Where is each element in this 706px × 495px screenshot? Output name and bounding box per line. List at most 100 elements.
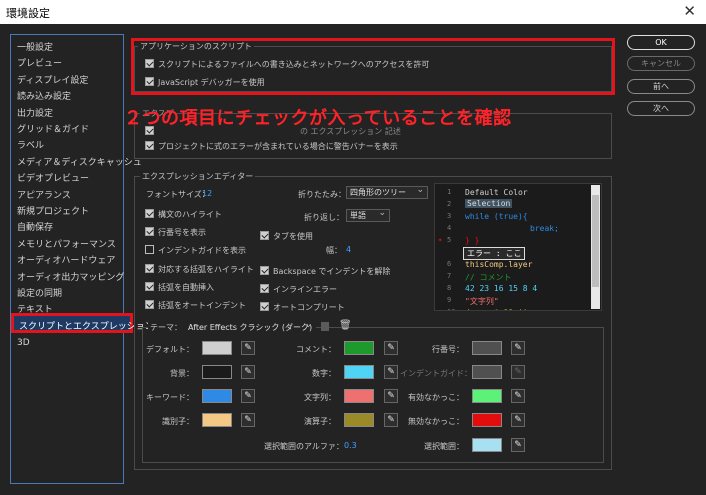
sidebar-item-3d[interactable]: 3D — [17, 338, 30, 348]
ok-button[interactable]: OK — [627, 35, 695, 50]
indent-guides-label: インデントガイドを表示 — [158, 246, 246, 255]
backspace-unindent-checkbox[interactable] — [260, 266, 269, 275]
eyedropper-icon[interactable]: ✎ — [511, 389, 525, 403]
line-numbers-checkbox[interactable] — [145, 227, 154, 236]
color-swatch[interactable] — [344, 365, 374, 379]
color-swatch[interactable] — [202, 413, 232, 427]
font-size-label: フォントサイズ： — [146, 190, 210, 199]
color-swatch[interactable] — [344, 413, 374, 427]
sidebar-item[interactable]: ディスプレイ設定 — [17, 73, 88, 86]
code-line-keyword: while (true){ — [465, 212, 528, 221]
line-number: 8 — [447, 284, 452, 292]
inline-errors-checkbox[interactable] — [260, 284, 269, 293]
sidebar-item[interactable]: プレビュー — [17, 56, 62, 69]
code-line-comment: // コメント — [465, 273, 512, 282]
trash-icon[interactable]: 🗑 — [339, 320, 352, 331]
color-label: 演算子： — [304, 417, 336, 426]
fold-label: 折りたたみ： — [298, 190, 346, 199]
eyedropper-icon[interactable]: ✎ — [384, 365, 398, 379]
eyedropper-icon[interactable]: ✎ — [511, 413, 525, 427]
sidebar-item-scripts-expressions[interactable]: スクリプトとエクスプレッション — [11, 313, 154, 333]
color-label: インデントガイド： — [400, 369, 472, 378]
eyedropper-icon[interactable]: ✎ — [384, 341, 398, 355]
code-preview: 1 2 3 4 5 ✶ 6 7 8 9 10 Default Color Sel… — [434, 183, 602, 311]
highlight-brackets-label: 対応する括弧をハイライト — [158, 265, 254, 274]
next-button[interactable]: 次へ — [627, 101, 695, 116]
scrollbar-thumb[interactable] — [592, 195, 599, 287]
sidebar-item[interactable]: グリッド＆ガイド — [17, 122, 89, 135]
save-theme-icon[interactable] — [321, 322, 329, 331]
font-size-value[interactable]: 12 — [202, 189, 212, 198]
fold-dropdown[interactable]: 四角形のツリー — [346, 185, 428, 199]
line-number: 7 — [447, 272, 452, 280]
sidebar-item[interactable]: 読み込み設定 — [17, 89, 71, 102]
color-swatch[interactable] — [472, 365, 502, 379]
sidebar-item[interactable]: テキスト — [17, 302, 53, 315]
eyedropper-icon[interactable]: ✎ — [511, 341, 525, 355]
sidebar-item[interactable]: ビデオプレビュー — [17, 171, 89, 184]
sidebar-item[interactable]: メディア＆ディスクキャッシュ — [17, 155, 142, 168]
sidebar-item[interactable]: 一般設定 — [17, 40, 53, 53]
color-label: 数字： — [312, 369, 336, 378]
selection-range-label: 選択範囲： — [424, 442, 464, 451]
auto-insert-brackets-checkbox[interactable] — [145, 282, 154, 291]
eyedropper-icon[interactable]: ✎ — [384, 413, 398, 427]
color-swatch[interactable] — [202, 365, 232, 379]
color-label: 無効なかっこ： — [408, 417, 464, 426]
color-label: 識別子： — [162, 417, 194, 426]
close-icon[interactable]: ✕ — [683, 2, 696, 20]
annotation-callout: ２つの項目にチェックが入っていることを確認 — [124, 108, 512, 129]
category-list[interactable]: スクリプトとエクスプレッション 3D 一般設定プレビューディスプレイ設定 読み込み… — [10, 34, 154, 484]
title-bar: 環境設定 ✕ — [0, 0, 706, 24]
wrap-dropdown[interactable]: 単語 — [346, 208, 390, 222]
color-label: コメント： — [296, 345, 336, 354]
sidebar-item[interactable]: 新規プロジェクト — [17, 204, 89, 217]
color-swatch[interactable] — [202, 341, 232, 355]
selection-range-swatch[interactable] — [472, 438, 502, 452]
sidebar-item[interactable]: アピアランス — [17, 188, 71, 201]
sidebar-item[interactable]: 設定の同期 — [17, 286, 62, 299]
code-line-operators: / + - * && || — [465, 308, 528, 310]
auto-indent-brackets-label: 括弧をオートインデント — [158, 301, 246, 310]
expression-editor-legend: エクスプレッションエディター — [140, 171, 256, 182]
tab-width-value[interactable]: 4 — [346, 245, 351, 254]
color-swatch[interactable] — [472, 341, 502, 355]
eyedropper-icon[interactable]: ✎ — [241, 365, 255, 379]
autocomplete-checkbox[interactable] — [260, 302, 269, 311]
use-tabs-label: タブを使用 — [273, 232, 313, 241]
sidebar-item[interactable]: オーディオハードウェア — [17, 253, 115, 266]
color-swatch[interactable] — [344, 341, 374, 355]
syntax-highlight-checkbox[interactable] — [145, 209, 154, 218]
cancel-button[interactable]: キャンセル — [627, 56, 695, 71]
highlight-brackets-checkbox[interactable] — [145, 264, 154, 273]
eyedropper-icon[interactable]: ✎ — [384, 389, 398, 403]
sidebar-item[interactable]: 自動保存 — [17, 220, 53, 233]
eyedropper-icon[interactable]: ✎ — [241, 413, 255, 427]
sidebar-item[interactable]: オーディオ出力マッピング — [17, 270, 124, 283]
selection-alpha-value[interactable]: 0.3 — [344, 441, 357, 450]
color-swatch[interactable] — [344, 389, 374, 403]
eyedropper-icon[interactable]: ✎ — [511, 365, 525, 379]
use-tabs-checkbox[interactable] — [260, 231, 269, 240]
eyedropper-icon[interactable]: ✎ — [241, 389, 255, 403]
color-label: 行番号： — [432, 345, 464, 354]
sidebar-item[interactable]: メモリとパフォーマンス — [17, 237, 116, 250]
line-numbers-label: 行番号を表示 — [158, 228, 206, 237]
line-number: 1 — [447, 188, 452, 196]
sidebar-item[interactable]: 出力設定 — [17, 106, 53, 119]
indent-guides-checkbox[interactable] — [145, 245, 154, 254]
auto-indent-brackets-checkbox[interactable] — [145, 300, 154, 309]
line-number: 3 — [447, 212, 452, 220]
theme-label: テーマ： — [148, 322, 184, 333]
theme-dropdown[interactable]: After Effects クラシック (ダーク) — [184, 320, 316, 334]
eyedropper-icon[interactable]: ✎ — [511, 438, 525, 452]
prev-button[interactable]: 前へ — [627, 79, 695, 94]
color-swatch[interactable] — [202, 389, 232, 403]
eyedropper-icon[interactable]: ✎ — [241, 341, 255, 355]
color-swatch[interactable] — [472, 389, 502, 403]
color-swatch[interactable] — [472, 413, 502, 427]
code-scrollbar[interactable] — [591, 185, 600, 309]
error-marker-icon: ✶ — [438, 236, 443, 244]
sidebar-item[interactable]: ラベル — [17, 138, 44, 151]
expr-warning-banner-checkbox[interactable] — [145, 141, 154, 150]
